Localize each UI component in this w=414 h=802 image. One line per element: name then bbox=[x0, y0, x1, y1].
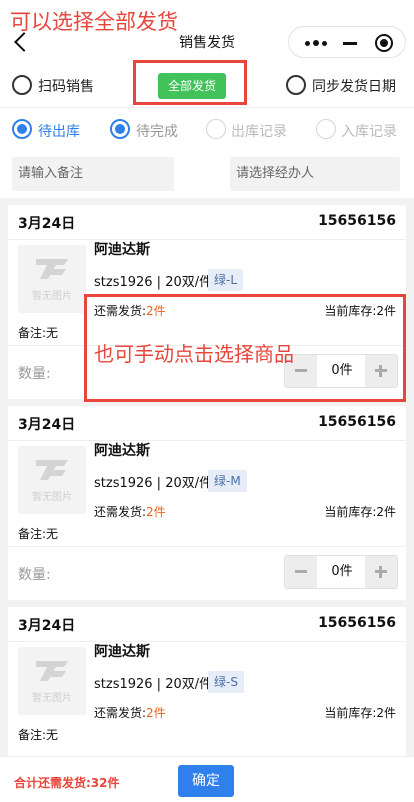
order-code: 15656156 bbox=[318, 414, 396, 430]
order-remark: 备注:无 bbox=[18, 527, 59, 541]
mini-program-capsule bbox=[288, 26, 406, 58]
quantity-stepper: 0件 bbox=[284, 555, 398, 589]
divider bbox=[8, 239, 406, 240]
no-image-text: 暂无图片 bbox=[32, 291, 72, 302]
total-need-ship: 合计还需发货:32件 bbox=[14, 776, 120, 790]
order-code: 15656156 bbox=[318, 615, 396, 631]
no-image-text: 暂无图片 bbox=[32, 492, 72, 503]
need-ship-value: 2件 bbox=[146, 505, 166, 519]
product-thumbnail: 暂无图片 bbox=[18, 245, 86, 313]
tab-in-records[interactable]: 入库记录 bbox=[341, 121, 397, 141]
no-image-text: 暂无图片 bbox=[32, 693, 72, 704]
color-size-tag: 绿-M bbox=[208, 470, 247, 492]
product-spec: stzs1926 | 20双/件 bbox=[94, 476, 213, 491]
divider bbox=[8, 440, 406, 441]
order-remark: 备注:无 bbox=[18, 728, 59, 742]
sync-date-radio[interactable] bbox=[286, 75, 306, 95]
annotation-top: 可以选择全部发货 bbox=[10, 10, 178, 34]
tab-pending-complete[interactable]: 待完成 bbox=[136, 121, 178, 141]
need-ship: 还需发货:2件 bbox=[94, 503, 166, 520]
current-stock: 当前库存:2件 bbox=[324, 704, 396, 721]
divider bbox=[8, 546, 406, 547]
color-size-tag: 绿-L bbox=[208, 269, 244, 291]
scan-sale-radio[interactable] bbox=[12, 75, 32, 95]
scan-sale-label: 扫码销售 bbox=[38, 79, 94, 95]
quantity-label: 数量: bbox=[18, 366, 51, 382]
order-date: 3月24日 bbox=[18, 417, 76, 433]
order-date: 3月24日 bbox=[18, 216, 76, 232]
placeholder-logo-icon bbox=[36, 460, 68, 480]
annotation-box-top bbox=[133, 60, 247, 105]
divider bbox=[8, 641, 406, 642]
stock-label: 当前库存: bbox=[324, 706, 377, 720]
footer-bar: 合计还需发货:32件 确定 bbox=[0, 756, 414, 802]
placeholder-logo-icon bbox=[36, 259, 68, 279]
order-remark: 备注:无 bbox=[18, 326, 59, 340]
tab-pending-complete-radio[interactable] bbox=[110, 119, 130, 139]
minus-icon[interactable] bbox=[285, 556, 317, 588]
confirm-button[interactable]: 确定 bbox=[178, 765, 234, 797]
plus-icon[interactable] bbox=[365, 556, 397, 588]
tab-in-records-radio[interactable] bbox=[316, 119, 336, 139]
product-name: 阿迪达斯 bbox=[94, 242, 150, 258]
order-code: 15656156 bbox=[318, 213, 396, 229]
handler-select[interactable]: 请选择经办人 bbox=[230, 157, 400, 191]
order-card[interactable]: 3月24日 15656156 暂无图片 阿迪达斯 stzs1926 | 20双/… bbox=[8, 406, 406, 600]
stock-value: 2件 bbox=[376, 505, 396, 519]
product-thumbnail: 暂无图片 bbox=[18, 446, 86, 514]
minimize-icon[interactable] bbox=[341, 33, 361, 53]
stock-value: 2件 bbox=[376, 706, 396, 720]
need-ship: 还需发货:2件 bbox=[94, 704, 166, 721]
annotation-middle: 也可手动点击选择商品 bbox=[94, 342, 294, 366]
sync-date-label: 同步发货日期 bbox=[312, 79, 396, 95]
tab-out-records-radio[interactable] bbox=[206, 119, 226, 139]
tab-out-records[interactable]: 出库记录 bbox=[231, 121, 287, 141]
close-circle-icon[interactable] bbox=[375, 34, 393, 52]
tab-pending-out[interactable]: 待出库 bbox=[38, 121, 80, 141]
order-date: 3月24日 bbox=[18, 618, 76, 634]
quantity-value[interactable]: 0件 bbox=[317, 556, 367, 588]
product-spec: stzs1926 | 20双/件 bbox=[94, 275, 213, 290]
current-stock: 当前库存:2件 bbox=[324, 503, 396, 520]
more-icon[interactable] bbox=[301, 33, 331, 53]
product-thumbnail: 暂无图片 bbox=[18, 647, 86, 715]
color-size-tag: 绿-S bbox=[208, 671, 244, 693]
product-name: 阿迪达斯 bbox=[94, 644, 150, 660]
tab-pending-out-radio[interactable] bbox=[12, 119, 32, 139]
quantity-label: 数量: bbox=[18, 567, 51, 583]
need-ship-label: 还需发货: bbox=[94, 505, 147, 519]
order-card[interactable]: 3月24日 15656156 暂无图片 阿迪达斯 stzs1926 | 20双/… bbox=[8, 607, 406, 756]
status-tabs: 待出库 待完成 出库记录 入库记录 bbox=[0, 108, 414, 152]
need-ship-value: 2件 bbox=[146, 706, 166, 720]
remark-input[interactable]: 请输入备注 bbox=[12, 157, 174, 191]
product-name: 阿迪达斯 bbox=[94, 443, 150, 459]
product-spec: stzs1926 | 20双/件 bbox=[94, 677, 213, 692]
need-ship-label: 还需发货: bbox=[94, 706, 147, 720]
stock-label: 当前库存: bbox=[324, 505, 377, 519]
filter-row: 请输入备注 请选择经办人 bbox=[0, 152, 414, 198]
placeholder-logo-icon bbox=[36, 661, 68, 681]
